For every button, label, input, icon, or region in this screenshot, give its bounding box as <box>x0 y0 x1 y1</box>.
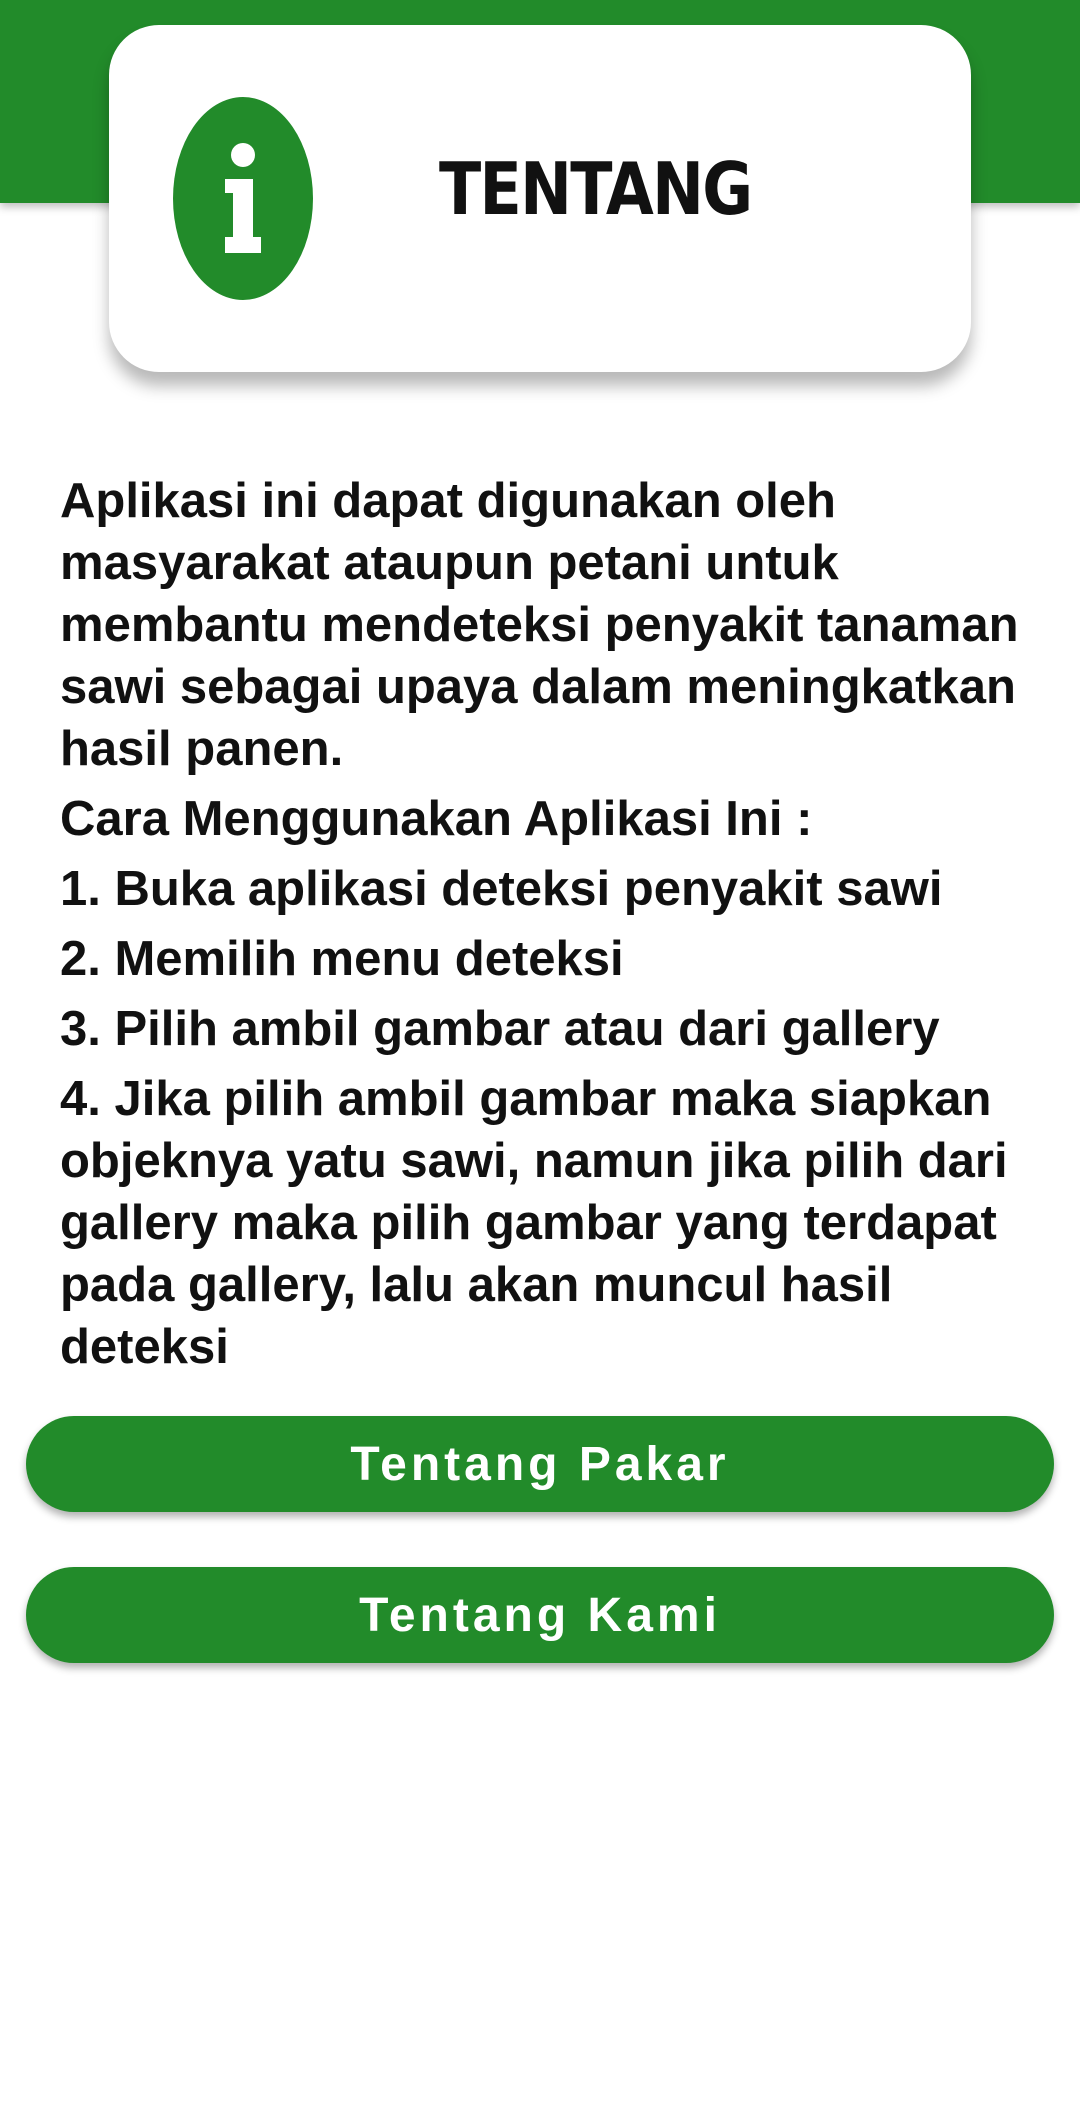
header-card: TENTANG <box>109 25 971 372</box>
step-item-3: 3. Pilih ambil gambar atau dari gallery <box>60 1002 940 1056</box>
about-expert-button[interactable]: Tentang Pakar <box>26 1416 1054 1512</box>
about-us-button[interactable]: Tentang Kami <box>26 1567 1054 1663</box>
step-item-2: 2. Memilih menu deteksi <box>60 932 624 986</box>
content-text: Aplikasi ini dapat digunakan oleh masyar… <box>60 470 1020 1386</box>
step-item-4: 4. Jika pilih ambil gambar maka siapkan … <box>60 1072 1008 1374</box>
about-screen: TENTANG Aplikasi ini dapat digunakan ole… <box>0 0 1080 2124</box>
info-icon <box>173 97 313 300</box>
howto-heading: Cara Menggunakan Aplikasi Ini : <box>60 792 813 846</box>
page-title: TENTANG <box>439 147 753 231</box>
description-text: Aplikasi ini dapat digunakan oleh masyar… <box>60 474 1019 776</box>
step-item-1: 1. Buka aplikasi deteksi penyakit sawi <box>60 862 943 916</box>
